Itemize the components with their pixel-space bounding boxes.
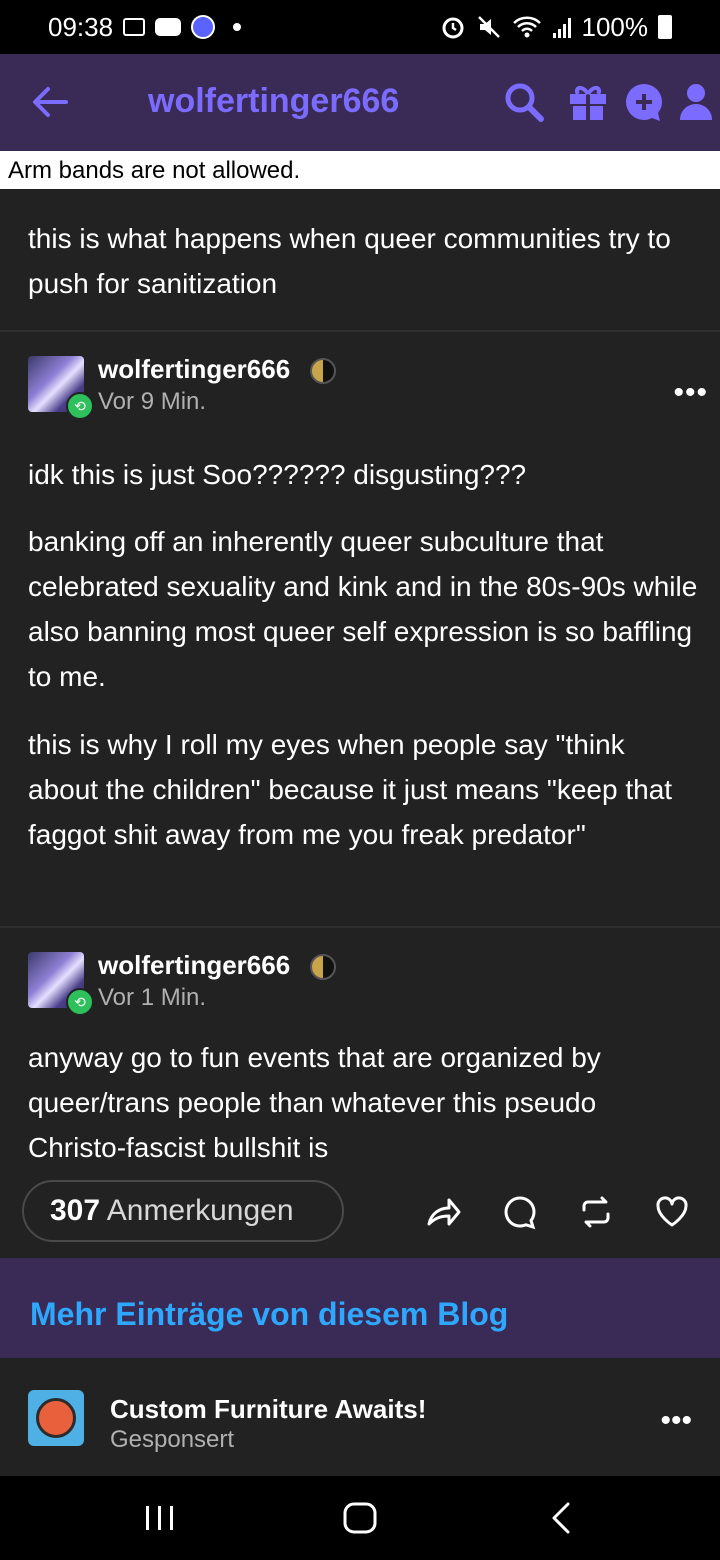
more-posts-section: Mehr Einträge von diesem Blog bbox=[0, 1258, 720, 1358]
post-username[interactable]: wolfertinger666 bbox=[98, 950, 290, 981]
more-posts-title[interactable]: Mehr Einträge von diesem Blog bbox=[30, 1296, 508, 1333]
signal-icon bbox=[552, 18, 571, 38]
home-icon[interactable] bbox=[340, 1498, 380, 1538]
post-paragraph: anyway go to fun events that are organiz… bbox=[28, 1042, 601, 1163]
more-options-icon[interactable]: ••• bbox=[660, 1404, 692, 1438]
battery-icon bbox=[658, 15, 672, 39]
app-header: wolfertinger666 bbox=[0, 54, 720, 151]
post-paragraph: this is why I roll my eyes when people s… bbox=[28, 729, 673, 850]
status-left: 09:38 bbox=[48, 11, 242, 43]
notes-label: Anmerkungen bbox=[106, 1194, 294, 1227]
post-timestamp: Vor 9 Min. bbox=[98, 388, 207, 415]
moon-badge-icon bbox=[310, 358, 336, 384]
mute-icon bbox=[477, 16, 500, 38]
post-header: ⟲ wolfertinger666 Vor 9 Min. ••• bbox=[28, 354, 708, 420]
alarm-icon bbox=[442, 17, 463, 39]
reblog-badge-icon: ⟲ bbox=[66, 392, 94, 420]
recents-icon[interactable] bbox=[140, 1498, 180, 1538]
search-icon[interactable] bbox=[502, 80, 546, 124]
sponsor-logo-mark bbox=[36, 1398, 76, 1438]
post-header: ⟲ wolfertinger666 Vor 1 Min. bbox=[28, 950, 708, 1016]
notes-button[interactable]: 307 Anmerkungen bbox=[22, 1180, 344, 1242]
battery-text: 100% bbox=[581, 11, 649, 42]
system-nav-bar bbox=[0, 1476, 720, 1560]
more-options-icon[interactable]: ••• bbox=[673, 376, 708, 410]
person-icon[interactable] bbox=[678, 80, 714, 124]
status-right: 100% bbox=[440, 11, 672, 43]
gift-icon[interactable] bbox=[566, 80, 610, 124]
post-paragraph: banking off an inherently queer subcultu… bbox=[28, 526, 698, 692]
divider bbox=[0, 330, 720, 332]
youtube-icon bbox=[155, 18, 182, 36]
sponsor-subtitle: Gesponsert bbox=[110, 1426, 235, 1453]
post-text: this is what happens when queer communit… bbox=[28, 223, 671, 299]
share-icon[interactable] bbox=[425, 1194, 461, 1230]
image-caption-banner: Arm bands are not allowed. bbox=[0, 151, 720, 189]
wifi-icon bbox=[512, 16, 541, 38]
notes-count: 307 bbox=[50, 1194, 101, 1227]
sponsor-title[interactable]: Custom Furniture Awaits! bbox=[110, 1394, 426, 1425]
sponsor-logo[interactable] bbox=[28, 1390, 84, 1446]
back-icon[interactable] bbox=[542, 1498, 582, 1538]
reblog-badge-icon: ⟲ bbox=[66, 988, 94, 1016]
divider bbox=[0, 926, 720, 928]
moon-badge-icon bbox=[310, 954, 336, 980]
post-timestamp: Vor 1 Min. bbox=[98, 984, 207, 1011]
blog-title: wolfertinger666 bbox=[148, 82, 400, 120]
notification-dot bbox=[233, 23, 242, 31]
comment-icon[interactable] bbox=[502, 1194, 538, 1230]
reblog-icon[interactable] bbox=[578, 1194, 614, 1230]
back-arrow-icon[interactable] bbox=[30, 84, 70, 120]
sponsored-post[interactable]: Custom Furniture Awaits! Gesponsert ••• bbox=[0, 1358, 720, 1476]
status-bar: 09:38 100% bbox=[0, 0, 720, 54]
like-icon[interactable] bbox=[654, 1194, 690, 1230]
app-avatar-icon bbox=[191, 15, 216, 39]
gallery-icon bbox=[123, 18, 146, 36]
status-time: 09:38 bbox=[48, 11, 114, 42]
post-paragraph: idk this is just Soo?????? disgusting??? bbox=[28, 459, 527, 490]
message-plus-icon[interactable] bbox=[622, 80, 666, 124]
post-username[interactable]: wolfertinger666 bbox=[98, 354, 290, 385]
